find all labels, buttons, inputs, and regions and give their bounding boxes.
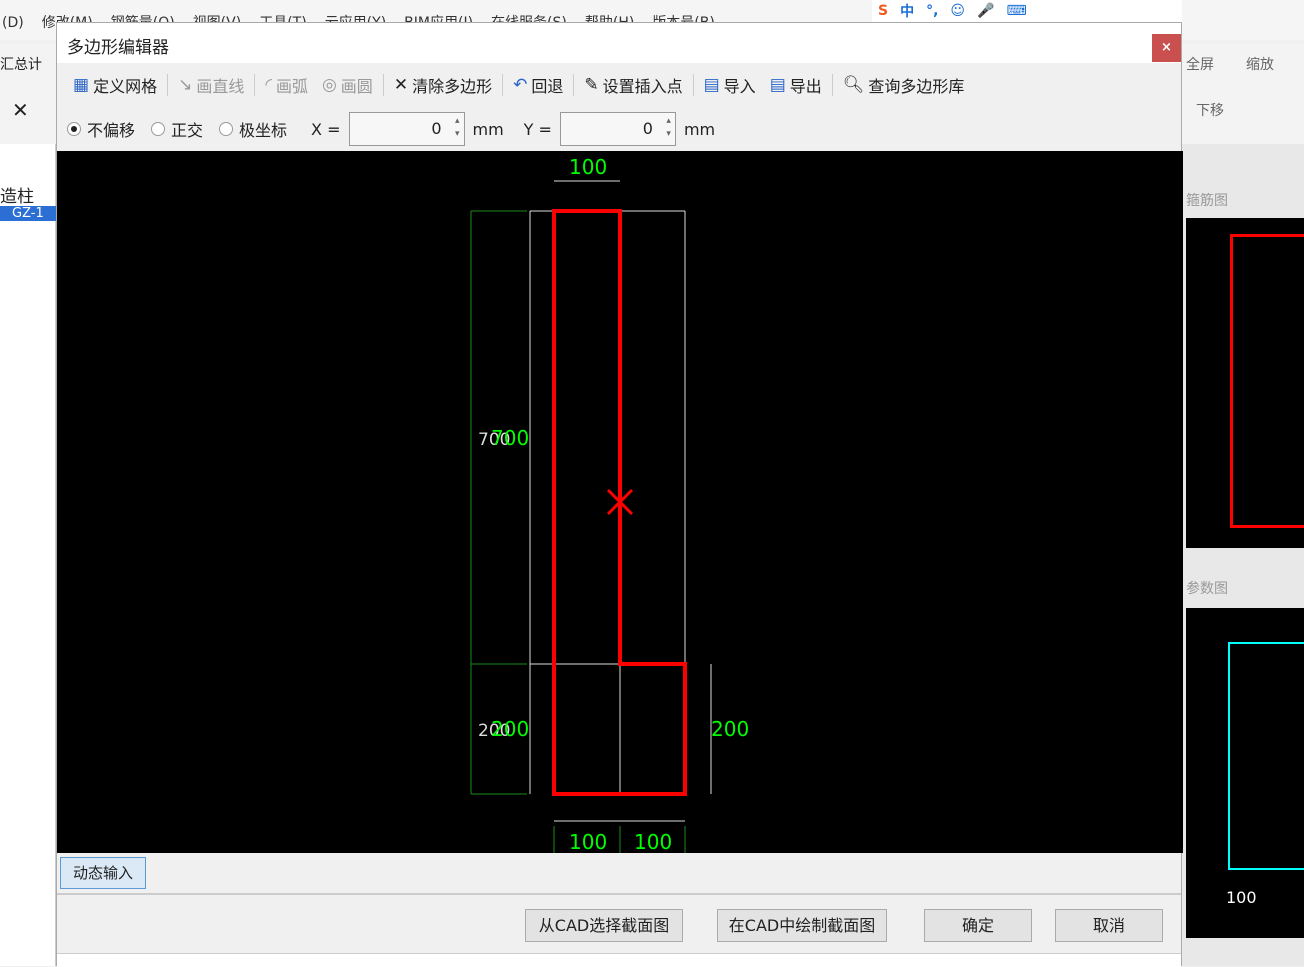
zoom-button[interactable]: 缩放	[1246, 54, 1274, 74]
dynamic-input-button[interactable]: 动态输入	[60, 857, 146, 889]
fullscreen-button[interactable]: 全屏	[1186, 54, 1214, 74]
label: 清除多边形	[412, 77, 493, 96]
input-row: 不偏移 正交 极坐标 X = 0 mm Y = 0 mm	[57, 107, 1181, 151]
emoji-icon: ☺	[950, 3, 966, 19]
separator	[167, 74, 169, 96]
search-icon: 🔍︎	[842, 75, 865, 95]
y-unit: mm	[683, 119, 716, 139]
label: 设置插入点	[602, 77, 683, 96]
x-unit: mm	[472, 119, 504, 139]
drawing-svg: 700 200 100 700 200 200 100 100	[470, 155, 749, 854]
label: 导入	[723, 77, 756, 96]
undo-button[interactable]: ↶ 回退	[509, 73, 567, 97]
label: 导出	[789, 77, 822, 96]
dim-left-lower: 200	[491, 717, 529, 741]
param-label: 参数图	[1186, 581, 1228, 597]
undo-icon: ↶	[513, 75, 528, 95]
separator	[502, 74, 504, 96]
editor-toolbar: ▦ 定义网格 ↘ 画直线 ◜ 画弧 ◎ 画圆 ✕ 清除多边形 ↶ 回退 ✎ 设置插入点 ▤ 导入…	[57, 65, 1181, 105]
stirrup-label: 箍筋图	[1186, 193, 1228, 209]
punct-icon: °,	[926, 3, 939, 19]
clear-icon: ✕	[393, 75, 409, 95]
summary-button[interactable]: 汇总计	[0, 54, 42, 74]
dim-bottom-right: 100	[634, 830, 672, 853]
label: 回退	[531, 77, 564, 96]
separator	[382, 74, 384, 96]
select-from-cad-button[interactable]: 从CAD选择截面图	[525, 909, 683, 942]
x-label: X =	[311, 119, 341, 139]
draw-in-cad-button[interactable]: 在CAD中绘制截面图	[717, 909, 887, 942]
line-icon: ↘	[178, 75, 193, 95]
tree-item-selected[interactable]: GZ-1	[0, 206, 56, 221]
ok-button[interactable]: 确定	[924, 909, 1032, 942]
label: 查询多边形库	[868, 77, 965, 96]
export-icon: ▤	[769, 75, 786, 95]
delete-icon[interactable]: ✕	[12, 98, 29, 122]
draw-circle-button[interactable]: ◎ 画圆	[318, 73, 377, 97]
tree-item[interactable]: 造柱	[0, 182, 34, 207]
y-label: Y =	[523, 119, 552, 139]
circle-icon: ◎	[321, 75, 337, 95]
mic-icon: 🎤	[977, 3, 995, 19]
separator	[573, 74, 575, 96]
label: 画弧	[275, 77, 308, 96]
dim-right: 200	[711, 717, 749, 741]
x-input[interactable]: 0	[348, 112, 465, 146]
mode-ortho[interactable]: 正交	[151, 117, 203, 141]
component-tree: 造柱 GZ-1	[0, 144, 56, 966]
cancel-button[interactable]: 取消	[1055, 909, 1163, 942]
set-insert-point-button[interactable]: ✎ 设置插入点	[580, 73, 686, 97]
close-button[interactable]: ×	[1152, 34, 1181, 62]
grid-icon: ▦	[73, 75, 90, 95]
dim-top: 100	[569, 155, 607, 179]
stirrup-preview	[1186, 218, 1304, 548]
preview-panel: 箍筋图 参数图 100	[1182, 144, 1304, 966]
green-dimension	[470, 210, 686, 853]
label: 不偏移	[87, 121, 136, 140]
status-bar	[57, 953, 1181, 967]
y-input[interactable]: 0	[559, 112, 676, 146]
clear-polygon-button[interactable]: ✕ 清除多边形	[390, 73, 496, 97]
menu-item[interactable]: (D)	[2, 15, 24, 31]
param-dim: 100	[1226, 888, 1257, 907]
separator	[254, 74, 256, 96]
sogou-icon: S	[878, 3, 889, 19]
radio[interactable]	[67, 122, 81, 136]
label: 正交	[171, 121, 204, 140]
export-button[interactable]: ▤ 导出	[766, 73, 826, 97]
dialog-title: 多边形编辑器	[57, 23, 1181, 63]
label: 定义网格	[93, 77, 158, 96]
move-down-button[interactable]: 下移	[1196, 100, 1224, 120]
radio[interactable]	[219, 122, 234, 136]
param-preview: 100	[1186, 608, 1304, 938]
insert-point-icon: ✎	[584, 75, 599, 95]
ime-mode[interactable]: 中	[900, 1, 914, 21]
import-button[interactable]: ▤ 导入	[700, 73, 760, 97]
arc-icon: ◜	[265, 75, 272, 95]
keyboard-icon: ⌨	[1006, 3, 1027, 19]
dim-bottom-left: 100	[569, 830, 607, 853]
radio[interactable]	[151, 122, 166, 136]
dim-left-upper: 700	[491, 426, 529, 450]
label: 极坐标	[239, 121, 288, 140]
label: 画直线	[196, 77, 245, 96]
mode-no-offset[interactable]: 不偏移	[67, 117, 135, 141]
separator	[692, 74, 694, 96]
ime-toolbar[interactable]: S 中 °, ☺ 🎤 ⌨	[872, 0, 1182, 22]
query-library-button[interactable]: 🔍︎ 查询多边形库	[839, 73, 969, 97]
drawing-canvas[interactable]: 700 200 100 700 200 200 100 100	[57, 151, 1183, 854]
import-icon: ▤	[703, 75, 720, 95]
label: 画圆	[340, 77, 373, 96]
draw-line-button[interactable]: ↘ 画直线	[174, 73, 248, 97]
mode-polar[interactable]: 极坐标	[219, 117, 287, 141]
define-grid-button[interactable]: ▦ 定义网格	[69, 73, 161, 97]
polygon-editor-dialog: 多边形编辑器 × ▦ 定义网格 ↘ 画直线 ◜ 画弧 ◎ 画圆 ✕ 清除多边形 ↶ 回退 ✎…	[56, 22, 1183, 967]
separator	[831, 74, 833, 96]
draw-arc-button[interactable]: ◜ 画弧	[261, 73, 312, 97]
divider	[57, 893, 1181, 895]
